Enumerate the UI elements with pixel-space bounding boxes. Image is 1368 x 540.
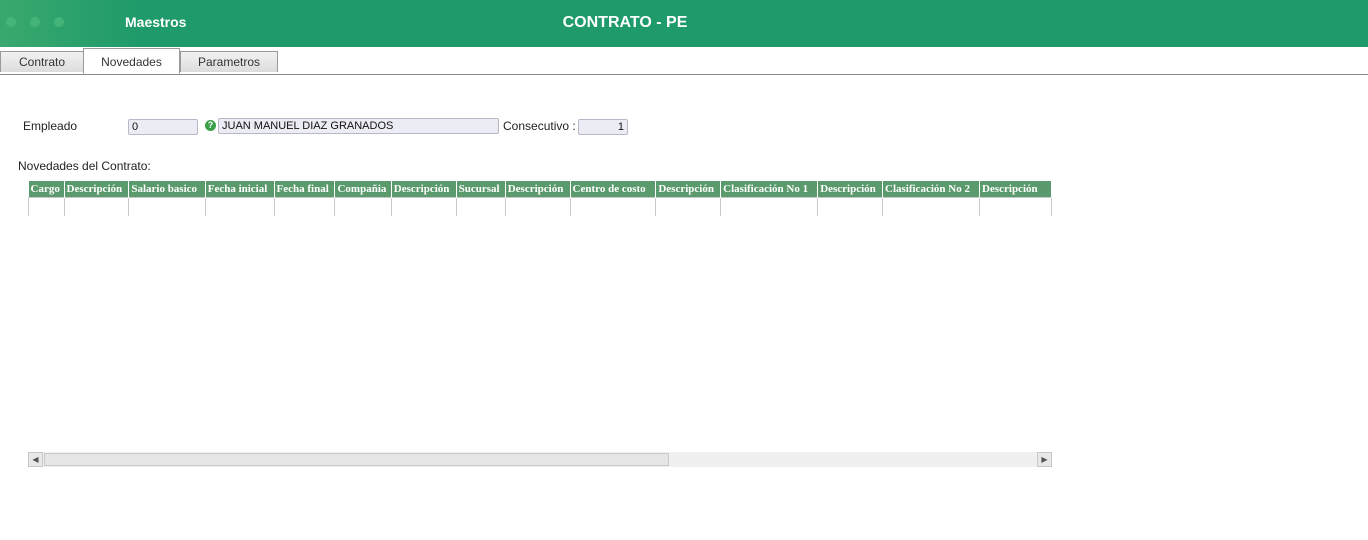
grid-cell[interactable] xyxy=(817,197,883,216)
grid-cell[interactable] xyxy=(204,197,275,216)
column-header[interactable]: Clasificación No 1 xyxy=(720,181,819,198)
title-bar: Maestros CONTRATO - PE xyxy=(0,0,1368,47)
grid-cell[interactable] xyxy=(128,197,206,216)
grid-cell[interactable] xyxy=(655,197,722,216)
column-header[interactable]: Descripción xyxy=(817,181,883,198)
column-header[interactable]: Clasificación No 2 xyxy=(882,181,981,198)
column-header[interactable]: Descripción xyxy=(391,181,457,198)
column-header[interactable]: Descripción xyxy=(505,181,571,198)
grid-cell[interactable] xyxy=(881,197,981,216)
consecutivo-field[interactable]: 1 xyxy=(578,119,628,135)
tab-novedades[interactable]: Novedades xyxy=(83,48,180,74)
novedades-grid: Cargo Descripción Salario basico Fecha i… xyxy=(28,181,1052,216)
grid-cell[interactable] xyxy=(63,197,130,216)
grid-cell[interactable] xyxy=(390,197,457,216)
scroll-right-icon[interactable]: ▶ xyxy=(1037,452,1052,467)
tab-bar: Contrato Novedades Parametros xyxy=(0,47,1368,75)
table-row[interactable] xyxy=(28,197,1052,216)
grid-cell[interactable] xyxy=(979,197,1052,216)
scrollbar-thumb[interactable] xyxy=(44,453,669,466)
empleado-code-field[interactable]: 0 xyxy=(128,119,198,135)
window-title: CONTRATO - PE xyxy=(562,14,688,31)
column-header[interactable]: Salario basico xyxy=(128,181,206,198)
tab-contrato[interactable]: Contrato xyxy=(0,51,84,72)
horizontal-scrollbar[interactable]: ◀ ▶ xyxy=(28,452,1052,467)
column-header[interactable]: Sucursal xyxy=(456,181,506,198)
grid-cell[interactable] xyxy=(28,197,65,216)
column-header[interactable]: Compañia xyxy=(334,181,392,198)
grid-title: Novedades del Contrato: xyxy=(18,159,151,173)
consecutivo-label: Consecutivo : xyxy=(503,119,576,133)
column-header[interactable]: Descripción xyxy=(655,181,722,198)
grid-cell[interactable] xyxy=(455,197,506,216)
column-header[interactable]: Fecha final xyxy=(274,181,336,198)
grid-cell[interactable] xyxy=(334,197,392,216)
grid-cell[interactable] xyxy=(273,197,336,216)
grid-cell[interactable] xyxy=(504,197,571,216)
help-icon[interactable]: ? xyxy=(205,120,216,131)
empleado-label: Empleado xyxy=(23,119,78,133)
column-header[interactable]: Cargo xyxy=(28,181,65,198)
column-header[interactable]: Descripción xyxy=(64,181,130,198)
grid-cell[interactable] xyxy=(720,197,819,216)
scroll-left-icon[interactable]: ◀ xyxy=(28,452,43,467)
novedades-table: Cargo Descripción Salario basico Fecha i… xyxy=(28,181,1052,216)
tab-parametros[interactable]: Parametros xyxy=(180,51,278,72)
grid-cell[interactable] xyxy=(569,197,657,216)
empleado-name-field[interactable]: JUAN MANUEL DIAZ GRANADOS xyxy=(218,118,499,134)
column-header[interactable]: Descripción xyxy=(979,181,1052,198)
column-header[interactable]: Centro de costo xyxy=(570,181,657,198)
column-header[interactable]: Fecha inicial xyxy=(205,181,275,198)
grid-header-row: Cargo Descripción Salario basico Fecha i… xyxy=(28,181,1052,198)
